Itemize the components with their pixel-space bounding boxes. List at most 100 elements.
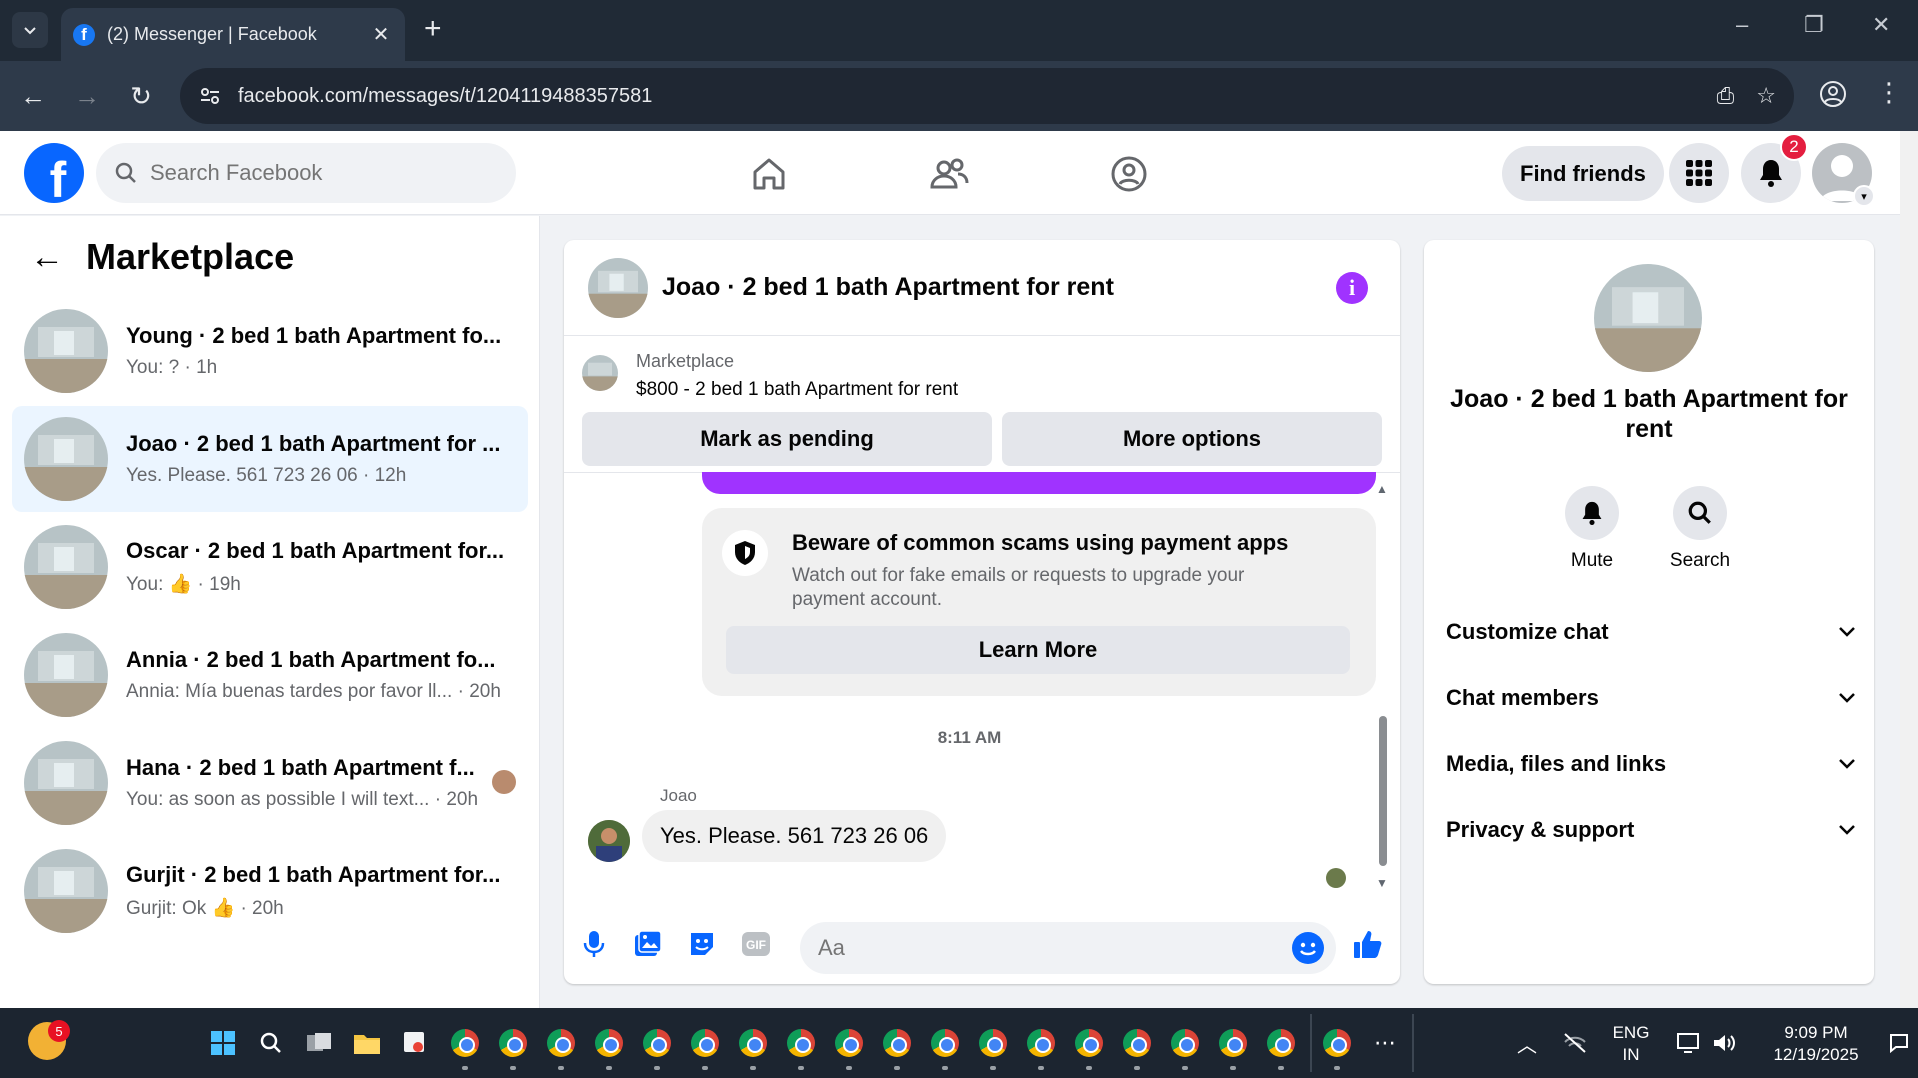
- clock[interactable]: 9:09 PM 12/19/2025: [1756, 1022, 1876, 1066]
- search-conversation-button[interactable]: Search: [1650, 486, 1750, 572]
- photo-icon[interactable]: [630, 926, 666, 962]
- list-item[interactable]: Annia · 2 bed 1 bath Apartment fo... Anni…: [12, 622, 528, 728]
- thumbs-up-icon[interactable]: [1350, 926, 1386, 962]
- conversation-avatar[interactable]: [1594, 264, 1702, 372]
- list-item[interactable]: Hana · 2 bed 1 bath Apartment f... You: a…: [12, 730, 528, 836]
- minimize-icon[interactable]: –: [1736, 12, 1748, 38]
- chrome-icon[interactable]: [690, 1028, 720, 1058]
- info-icon[interactable]: i: [1336, 272, 1368, 304]
- search-icon: [1688, 501, 1711, 524]
- chrome-icon[interactable]: [546, 1028, 576, 1058]
- window-close-icon[interactable]: ✕: [1872, 12, 1890, 38]
- learn-more-button[interactable]: Learn More: [726, 626, 1350, 674]
- page-scrollbar[interactable]: [1900, 131, 1918, 1008]
- show-hidden-icons-icon[interactable]: ︿: [1512, 1028, 1542, 1058]
- shield-icon: [722, 530, 768, 576]
- more-options-button[interactable]: More options: [1002, 412, 1382, 466]
- new-tab-button[interactable]: +: [424, 14, 442, 44]
- received-message[interactable]: Yes. Please. 561 723 26 06: [642, 810, 947, 862]
- volume-icon[interactable]: [1710, 1028, 1740, 1058]
- home-icon[interactable]: [748, 153, 790, 195]
- list-item-active[interactable]: Joao · 2 bed 1 bath Apartment for ... Yes…: [12, 406, 528, 512]
- more-apps-icon[interactable]: ⋯: [1370, 1028, 1400, 1058]
- chrome-icon[interactable]: [642, 1028, 672, 1058]
- list-item[interactable]: Gurjit · 2 bed 1 bath Apartment for... Gu…: [12, 838, 528, 944]
- account-caret-icon[interactable]: ▾: [1853, 185, 1875, 207]
- browser-tab-messenger[interactable]: f (2) Messenger | Facebook ✕: [61, 8, 405, 61]
- network-off-icon[interactable]: [1560, 1028, 1590, 1058]
- back-arrow-icon[interactable]: ←: [30, 238, 64, 277]
- taskbar-search-icon[interactable]: [256, 1028, 286, 1058]
- windows-start-icon[interactable]: [208, 1028, 238, 1058]
- bookmark-star-icon[interactable]: ☆: [1756, 83, 1776, 109]
- facebook-logo-icon[interactable]: f: [24, 143, 84, 203]
- conversation-title[interactable]: Joao · 2 bed 1 bath Apartment for rent: [662, 273, 1114, 302]
- message-timestamp: 8:11 AM: [937, 728, 1002, 747]
- chrome-icon[interactable]: [738, 1028, 768, 1058]
- notification-center-icon[interactable]: [1884, 1028, 1914, 1058]
- list-item[interactable]: Oscar · 2 bed 1 bath Apartment for... You…: [12, 514, 528, 620]
- language-indicator[interactable]: ENG IN: [1612, 1022, 1650, 1066]
- read-receipt-avatar: [1326, 868, 1346, 888]
- scroll-down-icon[interactable]: ▼: [1376, 876, 1388, 890]
- chrome-icon[interactable]: [834, 1028, 864, 1058]
- chrome-icon[interactable]: [1026, 1028, 1056, 1058]
- sender-avatar[interactable]: [588, 820, 630, 862]
- chrome-icon[interactable]: [1074, 1028, 1104, 1058]
- message-input-box[interactable]: [800, 922, 1336, 974]
- groups-icon[interactable]: [1108, 153, 1150, 195]
- chrome-icon[interactable]: [978, 1028, 1008, 1058]
- chevron-down-icon: [1839, 627, 1855, 637]
- reload-icon[interactable]: ↻: [124, 79, 158, 113]
- tab-search-button[interactable]: [12, 12, 48, 48]
- running-indicator: [1134, 1066, 1140, 1070]
- chrome-icon[interactable]: [1218, 1028, 1248, 1058]
- chat-preview: You: 👍 · 19h: [126, 574, 241, 595]
- customize-chat-row[interactable]: Customize chat: [1446, 612, 1856, 652]
- tab-close-icon[interactable]: ✕: [369, 22, 393, 47]
- emoji-icon[interactable]: [1292, 932, 1324, 964]
- file-explorer-icon[interactable]: [352, 1028, 382, 1058]
- gif-icon[interactable]: GIF: [738, 926, 774, 962]
- forward-icon[interactable]: →: [70, 79, 104, 113]
- chrome-icon[interactable]: [786, 1028, 816, 1058]
- scrollbar-thumb[interactable]: [1379, 716, 1387, 866]
- back-icon[interactable]: ←: [16, 79, 50, 113]
- list-item[interactable]: Young · 2 bed 1 bath Apartment fo... You:…: [12, 298, 528, 404]
- browser-profile-icon[interactable]: [1818, 79, 1852, 113]
- chrome-icon[interactable]: [594, 1028, 624, 1058]
- chrome-icon[interactable]: [882, 1028, 912, 1058]
- restore-icon[interactable]: ❐: [1804, 12, 1824, 38]
- url-text[interactable]: facebook.com/messages/t/1204119488357581: [238, 85, 1717, 108]
- media-files-links-row[interactable]: Media, files and links: [1446, 744, 1856, 784]
- browser-menu-icon[interactable]: ⋮: [1876, 77, 1902, 108]
- chrome-icon[interactable]: [1170, 1028, 1200, 1058]
- task-view-icon[interactable]: [304, 1028, 334, 1058]
- mute-button[interactable]: Mute: [1542, 486, 1642, 572]
- friends-icon[interactable]: [928, 153, 970, 195]
- scroll-up-icon[interactable]: ▲: [1376, 482, 1388, 496]
- chrome-icon[interactable]: [930, 1028, 960, 1058]
- chat-members-row[interactable]: Chat members: [1446, 678, 1856, 718]
- message-input[interactable]: [818, 935, 1278, 961]
- chrome-icon[interactable]: [450, 1028, 480, 1058]
- snipping-tool-icon[interactable]: [400, 1028, 430, 1058]
- find-friends-button[interactable]: Find friends: [1502, 146, 1664, 201]
- microphone-icon[interactable]: [576, 926, 612, 962]
- display-icon[interactable]: [1674, 1028, 1704, 1058]
- listing-price-title[interactable]: $800 - 2 bed 1 bath Apartment for rent: [636, 379, 958, 401]
- mark-pending-button[interactable]: Mark as pending: [582, 412, 992, 466]
- site-settings-icon[interactable]: [196, 82, 224, 110]
- menu-grid-button[interactable]: [1669, 143, 1729, 203]
- search-input[interactable]: [150, 160, 470, 186]
- chrome-icon[interactable]: [498, 1028, 528, 1058]
- chrome-icon[interactable]: [1266, 1028, 1296, 1058]
- chrome-icon[interactable]: [1322, 1028, 1352, 1058]
- facebook-search[interactable]: [96, 143, 516, 203]
- chrome-icon[interactable]: [1122, 1028, 1152, 1058]
- sticker-icon[interactable]: [684, 926, 720, 962]
- install-app-icon[interactable]: ⎙: [1717, 83, 1735, 109]
- conversation-thumbnail[interactable]: [588, 257, 648, 318]
- privacy-support-row[interactable]: Privacy & support: [1446, 810, 1856, 850]
- address-bar[interactable]: facebook.com/messages/t/1204119488357581…: [180, 68, 1794, 124]
